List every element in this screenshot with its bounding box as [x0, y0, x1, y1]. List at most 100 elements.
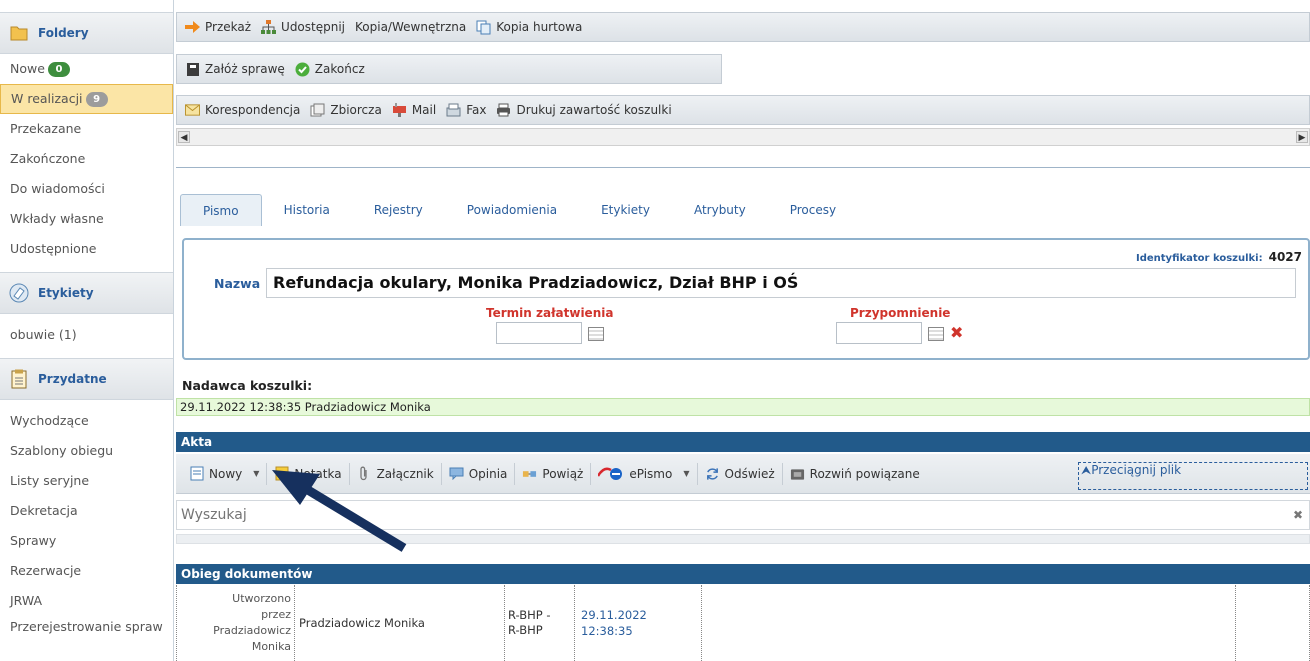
powiaz-button[interactable]: Powiąż [515, 462, 592, 485]
udostepnij-button[interactable]: Udostępnij [261, 19, 345, 35]
toolbar-actions: Przekaż Udostępnij Kopia/Wewnętrzna Kopi… [176, 12, 1310, 42]
fax-icon [446, 103, 461, 118]
check-circle-icon [295, 62, 310, 77]
copy-icon [476, 20, 491, 35]
nazwa-label: Nazwa [214, 276, 261, 291]
tab-atrybuty[interactable]: Atrybuty [672, 194, 768, 226]
sidebar-item-nowe[interactable]: Nowe 0 [0, 54, 173, 84]
przypomnienie-label: Przypomnienie [850, 306, 951, 320]
sidebar-item-do-wiadomosci[interactable]: Do wiadomości [0, 174, 173, 204]
przekaz-button[interactable]: Przekaż [185, 20, 251, 35]
divider [176, 167, 1310, 168]
korespondencja-button[interactable]: Korespondencja [185, 103, 300, 118]
sidebar-item-rezerwacje[interactable]: Rezerwacje [0, 556, 173, 586]
horizontal-scrollbar[interactable]: ◀ ▶ [176, 128, 1310, 146]
tab-powiadomienia[interactable]: Powiadomienia [445, 194, 579, 226]
tag-icon [8, 282, 30, 304]
tab-etykiety[interactable]: Etykiety [579, 194, 672, 226]
nazwa-field[interactable]: Refundacja okulary, Monika Pradziadowicz… [266, 268, 1296, 298]
foldery-header[interactable]: Foldery [0, 12, 173, 54]
created-cell: Utworzono przez Pradziadowicz Monika [177, 585, 295, 661]
przydatne-header[interactable]: Przydatne [0, 358, 173, 400]
paperclip-icon [357, 466, 372, 481]
drukuj-button[interactable]: Drukuj zawartość koszulki [496, 103, 672, 118]
sidebar-item-listy-seryjne[interactable]: Listy seryjne [0, 466, 173, 496]
nadawca-label: Nadawca koszulki: [182, 378, 313, 393]
pismo-form: Identyfikator koszulki: 4027 Nazwa Refund… [182, 238, 1310, 360]
empty-cell [702, 585, 1236, 661]
opinia-button[interactable]: Opinia [442, 462, 516, 485]
printer-icon [496, 103, 511, 118]
epismo-icon [598, 466, 624, 481]
tab-rejestry[interactable]: Rejestry [352, 194, 445, 226]
termin-date-field[interactable] [496, 322, 582, 344]
sidebar-item-wklady-wlasne[interactable]: Wkłady własne [0, 204, 173, 234]
calendar-icon[interactable] [588, 327, 604, 341]
sidebar-item-dekretacja[interactable]: Dekretacja [0, 496, 173, 526]
sidebar-item-wychodzace[interactable]: Wychodzące [0, 406, 173, 436]
akta-list-area [176, 534, 1310, 544]
toolbar-sprawa: Załóż sprawę Zakończ [176, 54, 722, 84]
main-panel: Przekaż Udostępnij Kopia/Wewnętrzna Kopi… [176, 0, 1310, 661]
folder-link-icon [790, 466, 805, 481]
sidebar-item-przerejestrowanie[interactable]: Przerejestrowanie spraw [0, 616, 173, 654]
sidebar: Foldery Nowe 0 W realizacji 9 Przekazane Z… [0, 0, 174, 661]
epismo-button[interactable]: ePismo ▼ [591, 462, 698, 485]
tab-bar: Pismo Historia Rejestry Powiadomienia Et… [180, 192, 858, 226]
kopia-hurtowa-button[interactable]: Kopia hurtowa [476, 20, 582, 35]
table-row: Utworzono przez Pradziadowicz Monika Pra… [176, 585, 1310, 661]
clear-icon[interactable]: ✖ [950, 323, 963, 342]
binder-icon [185, 62, 200, 77]
etykiety-header[interactable]: Etykiety [0, 272, 173, 314]
zakoncz-button[interactable]: Zakończ [295, 62, 365, 77]
przypomnienie-date-field[interactable] [836, 322, 922, 344]
count-badge: 0 [47, 62, 70, 77]
fax-button[interactable]: Fax [446, 103, 486, 118]
search-input[interactable] [177, 501, 1277, 529]
sidebar-item-zakonczone[interactable]: Zakończone [0, 144, 173, 174]
tab-procesy[interactable]: Procesy [768, 194, 858, 226]
date-cell: 29.11.2022 12:38:35 [575, 585, 702, 661]
calendar-icon[interactable] [928, 327, 944, 341]
mail-button[interactable]: Mail [392, 103, 436, 118]
nowy-button[interactable]: Nowy ▼ [182, 462, 268, 485]
sidebar-item-jrwa[interactable]: JRWA [0, 586, 173, 616]
chevron-down-icon[interactable]: ▼ [253, 469, 259, 478]
zalacznik-button[interactable]: Załącznik [350, 462, 442, 485]
tab-pismo[interactable]: Pismo [180, 194, 262, 226]
identyfikator-value: 4027 [1268, 250, 1302, 264]
empty-cell [1236, 585, 1310, 661]
etykiety-title: Etykiety [38, 286, 94, 300]
akta-header: Akta [176, 432, 1310, 452]
toolbar-druk: Korespondencja Zbiorcza Mail Fax Drukuj … [176, 95, 1310, 125]
zaloz-sprawe-button[interactable]: Załóż sprawę [185, 62, 285, 77]
odswiez-button[interactable]: Odśwież [698, 462, 783, 485]
notatka-button[interactable]: Notatka [267, 462, 350, 485]
user-cell: Pradziadowicz Monika [295, 585, 505, 661]
envelope-icon [185, 103, 200, 118]
search-box: ✖ [176, 500, 1310, 530]
new-doc-icon [189, 466, 204, 481]
sidebar-item-przekazane[interactable]: Przekazane [0, 114, 173, 144]
zbiorcza-button[interactable]: Zbiorcza [310, 103, 382, 118]
sidebar-item-obuwie[interactable]: obuwie (1) [0, 320, 173, 350]
foldery-title: Foldery [38, 26, 89, 40]
rozwin-powiazane-button[interactable]: Rozwiń powiązane [783, 463, 927, 485]
scroll-right-icon[interactable]: ▶ [1296, 131, 1308, 143]
scroll-left-icon[interactable]: ◀ [178, 131, 190, 143]
chevron-down-icon[interactable]: ▼ [683, 469, 689, 478]
tab-historia[interactable]: Historia [262, 194, 352, 226]
obieg-header: Obieg dokumentów [176, 564, 1310, 584]
kopia-wewnetrzna-button[interactable]: Kopia/Wewnętrzna [355, 20, 466, 34]
termin-label: Termin załatwienia [486, 306, 614, 320]
unit-cell: R-BHP - R-BHP [505, 585, 575, 661]
clipboard-icon [8, 368, 30, 390]
sidebar-item-udostepnione[interactable]: Udostępnione [0, 234, 173, 264]
sidebar-item-sprawy[interactable]: Sprawy [0, 526, 173, 556]
note-icon [274, 466, 289, 481]
close-icon[interactable]: ✖ [1293, 508, 1303, 522]
sidebar-item-szablony-obiegu[interactable]: Szablony obiegu [0, 436, 173, 466]
drag-drop-zone[interactable]: ⮝Przeciągnij plik [1078, 462, 1308, 490]
sidebar-item-w-realizacji[interactable]: W realizacji 9 [0, 84, 173, 114]
refresh-icon [705, 466, 720, 481]
